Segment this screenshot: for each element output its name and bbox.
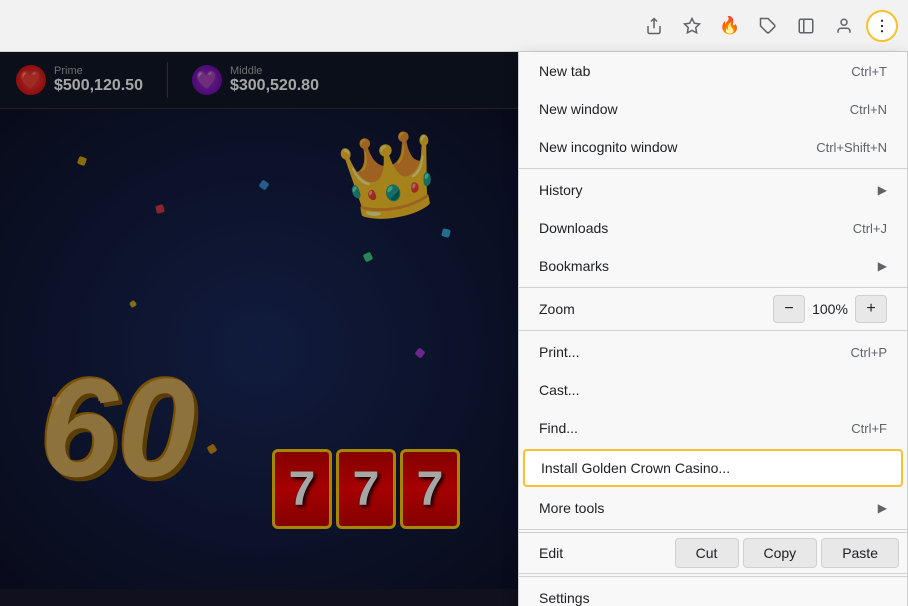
menu-item-cast[interactable]: Cast... [519,371,907,409]
downloads-shortcut: Ctrl+J [853,221,887,236]
menu-item-find[interactable]: Find... Ctrl+F [519,409,907,447]
install-label: Install Golden Crown Casino... [541,460,885,476]
menu-item-more-tools[interactable]: More tools ▶ [519,489,907,527]
menu-item-downloads[interactable]: Downloads Ctrl+J [519,209,907,247]
menu-item-new-window[interactable]: New window Ctrl+N [519,90,907,128]
zoom-controls: − 100% + [773,295,887,323]
zoom-minus-button[interactable]: − [773,295,805,323]
history-arrow: ▶ [878,183,887,197]
menu-item-install[interactable]: Install Golden Crown Casino... [523,449,903,487]
zoom-plus-button[interactable]: + [855,295,887,323]
bookmarks-label: Bookmarks [539,258,870,274]
sidebar-icon[interactable] [790,10,822,42]
new-tab-shortcut: Ctrl+T [851,64,887,79]
sep-1 [519,168,907,169]
zoom-label: Zoom [539,301,733,317]
menu-item-history[interactable]: History ▶ [519,171,907,209]
chrome-toolbar: 🔥 [0,0,908,52]
new-window-shortcut: Ctrl+N [850,102,887,117]
bookmarks-arrow: ▶ [878,259,887,273]
edit-row: Edit Cut Copy Paste [519,532,907,574]
cast-label: Cast... [539,382,887,398]
menu-item-settings[interactable]: Settings [519,579,907,606]
settings-label: Settings [539,590,887,606]
sep-3 [519,330,907,331]
sep-4 [519,529,907,530]
downloads-label: Downloads [539,220,813,236]
find-shortcut: Ctrl+F [851,421,887,436]
chrome-context-menu: New tab Ctrl+T New window Ctrl+N New inc… [518,52,908,606]
new-incognito-label: New incognito window [539,139,776,155]
new-tab-label: New tab [539,63,811,79]
new-incognito-shortcut: Ctrl+Shift+N [816,140,887,155]
print-label: Print... [539,344,811,360]
star-icon[interactable] [676,10,708,42]
puzzle-icon[interactable] [752,10,784,42]
menu-item-new-incognito[interactable]: New incognito window Ctrl+Shift+N [519,128,907,166]
new-window-label: New window [539,101,810,117]
page-overlay [0,52,520,606]
sep-5 [519,576,907,577]
find-label: Find... [539,420,811,436]
more-tools-label: More tools [539,500,870,516]
paste-button[interactable]: Paste [821,538,899,568]
zoom-value: 100% [805,301,855,317]
account-icon[interactable] [828,10,860,42]
share-icon[interactable] [638,10,670,42]
copy-button[interactable]: Copy [743,538,818,568]
dots-menu-icon[interactable] [866,10,898,42]
history-label: History [539,182,870,198]
more-tools-arrow: ▶ [878,501,887,515]
casino-background: 🔥 [0,0,908,606]
menu-item-bookmarks[interactable]: Bookmarks ▶ [519,247,907,285]
menu-item-new-tab[interactable]: New tab Ctrl+T [519,52,907,90]
cut-button[interactable]: Cut [675,538,739,568]
fire-icon[interactable]: 🔥 [714,10,746,42]
zoom-row: Zoom − 100% + [519,290,907,328]
toolbar-icons: 🔥 [638,10,898,42]
sep-2 [519,287,907,288]
edit-label: Edit [519,537,675,569]
print-shortcut: Ctrl+P [851,345,887,360]
edit-buttons: Cut Copy Paste [675,538,900,568]
menu-item-print[interactable]: Print... Ctrl+P [519,333,907,371]
